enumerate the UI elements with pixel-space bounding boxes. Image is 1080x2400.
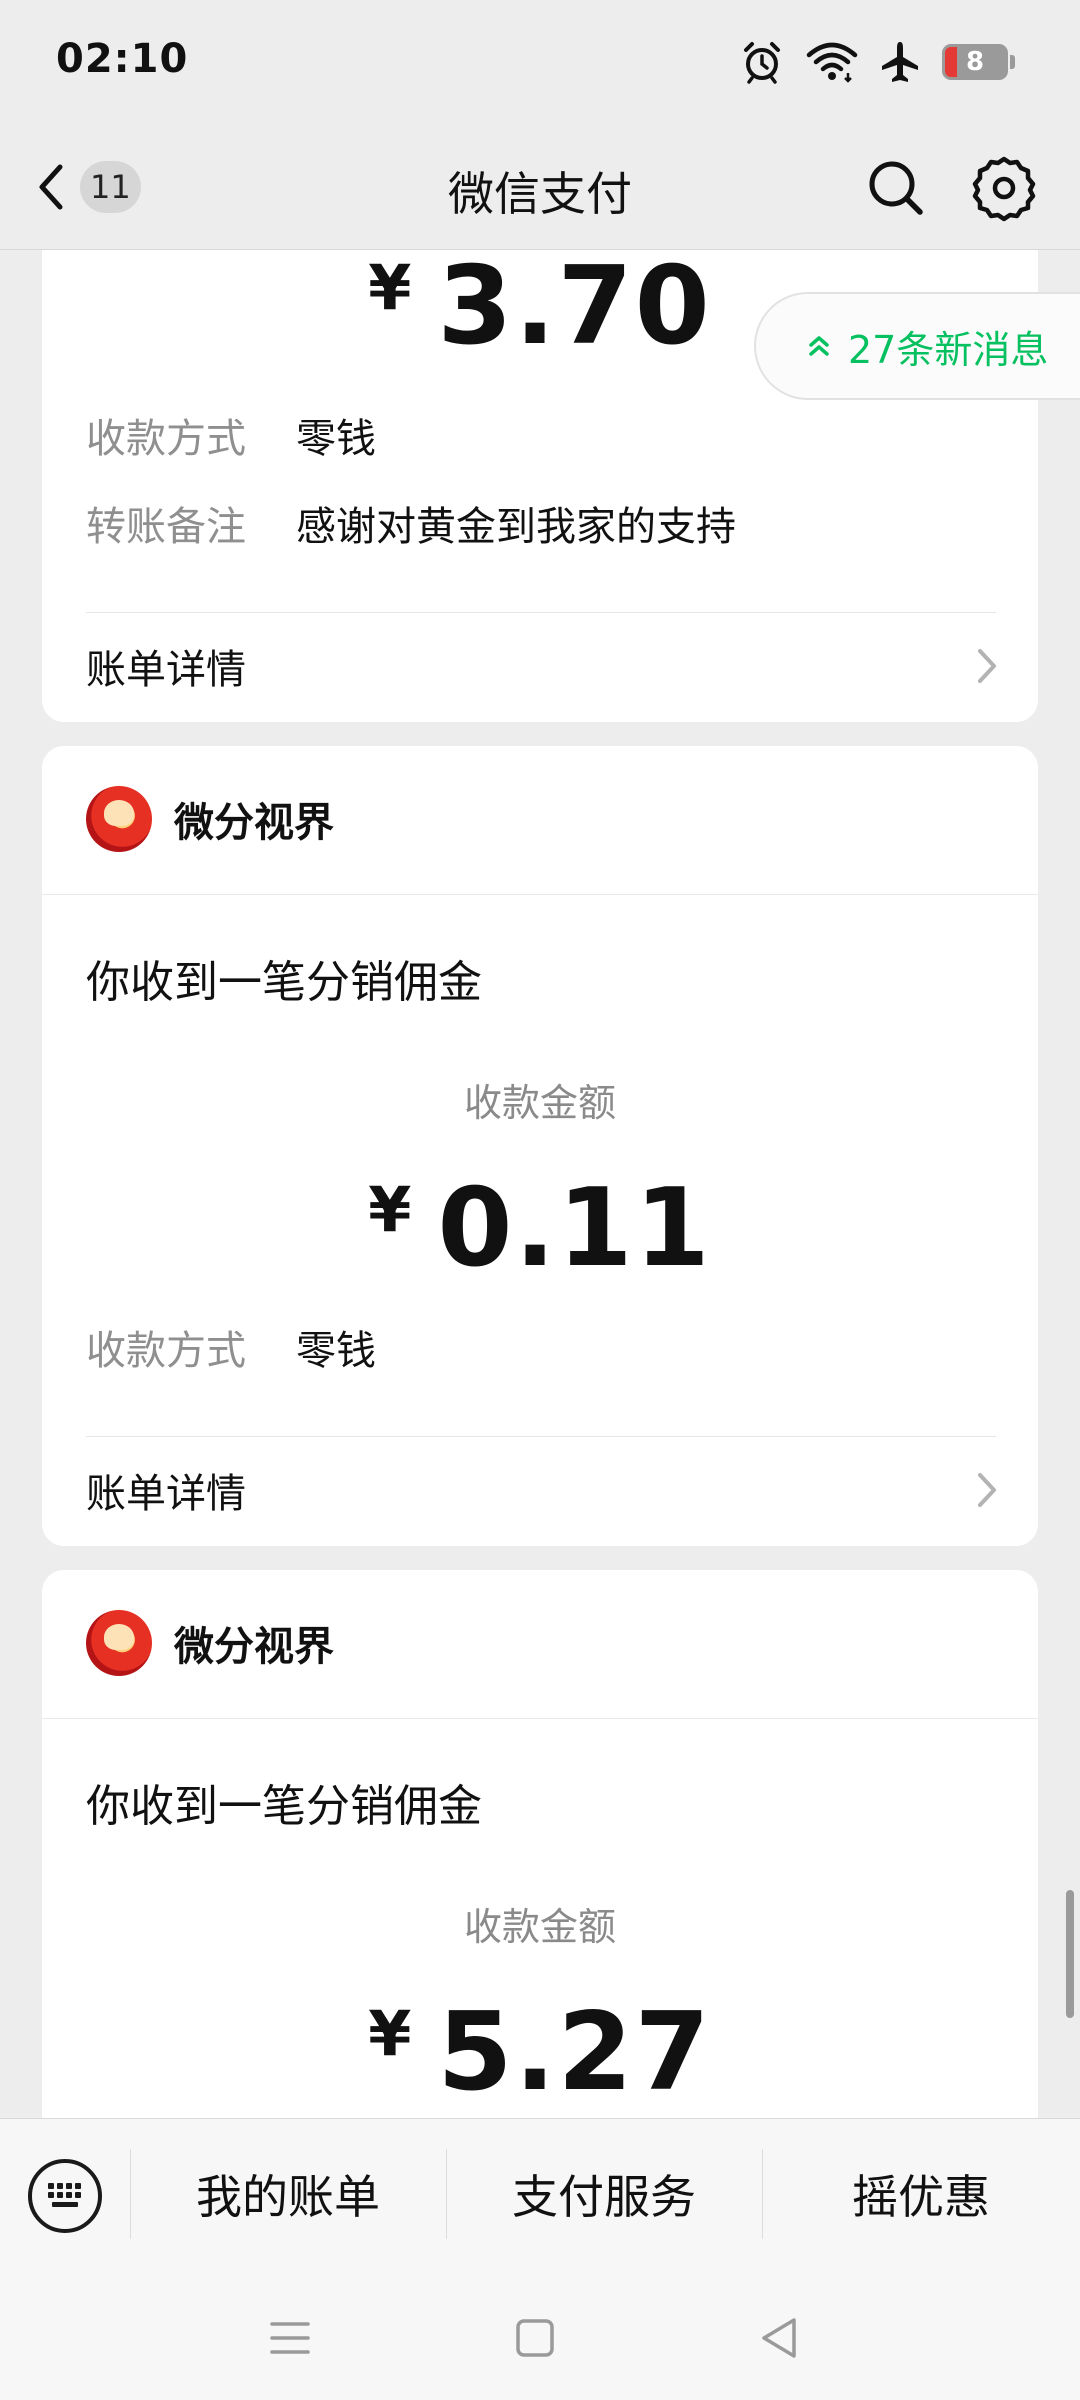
menu-my-bills[interactable]: 我的账单 <box>130 2149 446 2245</box>
field-value: 感谢对黄金到我家的支持 <box>296 504 736 550</box>
new-messages-label: 27条新消息 <box>848 327 1049 372</box>
divider <box>42 1718 1038 1719</box>
payment-card-3: 微分视界 你收到一笔分销佣金 收款金额 ¥5.27 <box>42 1570 1038 2130</box>
amount-number: 0.11 <box>437 1166 712 1291</box>
bill-details-link[interactable]: 账单详情 <box>86 636 1002 696</box>
home-icon[interactable] <box>505 2308 565 2368</box>
field-value: 零钱 <box>296 1328 376 1374</box>
merchant-name: 微分视界 <box>174 1624 334 1670</box>
alarm-icon <box>744 42 780 84</box>
merchant-header[interactable]: 微分视界 <box>86 1610 334 1676</box>
keyboard-toggle-button[interactable] <box>28 2159 102 2233</box>
chevron-right-icon <box>978 1473 996 1507</box>
field-label: 转账备注 <box>86 504 246 550</box>
divider <box>42 894 1038 895</box>
system-nav-bar <box>0 2278 1080 2400</box>
search-icon[interactable] <box>862 154 930 222</box>
double-chevron-up-icon <box>809 336 829 356</box>
menu-icon[interactable] <box>260 2308 320 2368</box>
divider <box>86 612 996 613</box>
payment-card-2: 微分视界 你收到一笔分销佣金 收款金额 ¥0.11 收款方式 零钱 账单详情 <box>42 746 1038 1546</box>
status-time: 02:10 <box>56 36 189 82</box>
menu-payment-services[interactable]: 支付服务 <box>446 2149 762 2245</box>
field-value: 零钱 <box>296 416 376 462</box>
field-label: 收款方式 <box>86 416 246 462</box>
amount-value: ¥0.11 <box>42 1166 1038 1291</box>
divider <box>86 1436 996 1437</box>
airplane-icon <box>882 42 918 82</box>
bill-details-link[interactable]: 账单详情 <box>86 1460 1002 1520</box>
amount-label: 收款金额 <box>463 1081 616 1125</box>
currency-symbol: ¥ <box>368 1173 414 1246</box>
wifi-icon <box>806 42 858 83</box>
avatar <box>86 1610 152 1676</box>
bill-details-label: 账单详情 <box>86 1471 246 1517</box>
currency-symbol: ¥ <box>368 1997 414 2070</box>
avatar <box>86 786 152 852</box>
gear-icon[interactable] <box>970 154 1038 222</box>
battery-icon: 8 <box>942 44 1015 80</box>
field-row: 收款方式 零钱 <box>86 406 376 464</box>
chevron-right-icon <box>978 649 996 683</box>
amount-value: ¥5.27 <box>42 1990 1038 2115</box>
field-row: 转账备注 感谢对黄金到我家的支持 <box>86 494 736 552</box>
merchant-name: 微分视界 <box>174 800 334 846</box>
back-icon[interactable] <box>750 2308 810 2368</box>
notice-title: 你收到一笔分销佣金 <box>86 1781 482 1832</box>
amount-number: 5.27 <box>437 1990 712 2115</box>
bottom-menu: 我的账单 支付服务 摇优惠 <box>0 2118 1080 2278</box>
keyboard-icon <box>48 2183 81 2207</box>
status-bar: 02:10 8 <box>0 0 1080 124</box>
currency-symbol: ¥ <box>368 251 414 324</box>
app-header: 11 微信支付 <box>0 124 1080 250</box>
merchant-header[interactable]: 微分视界 <box>86 786 334 852</box>
field-row: 收款方式 零钱 <box>86 1318 376 1376</box>
amount-number: 3.70 <box>437 244 712 369</box>
new-messages-button[interactable]: 27条新消息 <box>754 292 1080 400</box>
bill-details-label: 账单详情 <box>86 647 246 693</box>
amount-label: 收款金额 <box>463 1905 616 1949</box>
menu-shake-deals[interactable]: 摇优惠 <box>762 2149 1080 2245</box>
scrollbar-thumb[interactable] <box>1066 1890 1074 2018</box>
battery-level: 8 <box>965 47 985 77</box>
field-label: 收款方式 <box>86 1328 246 1374</box>
status-icons: 8 <box>740 38 1015 86</box>
notice-title: 你收到一笔分销佣金 <box>86 957 482 1008</box>
